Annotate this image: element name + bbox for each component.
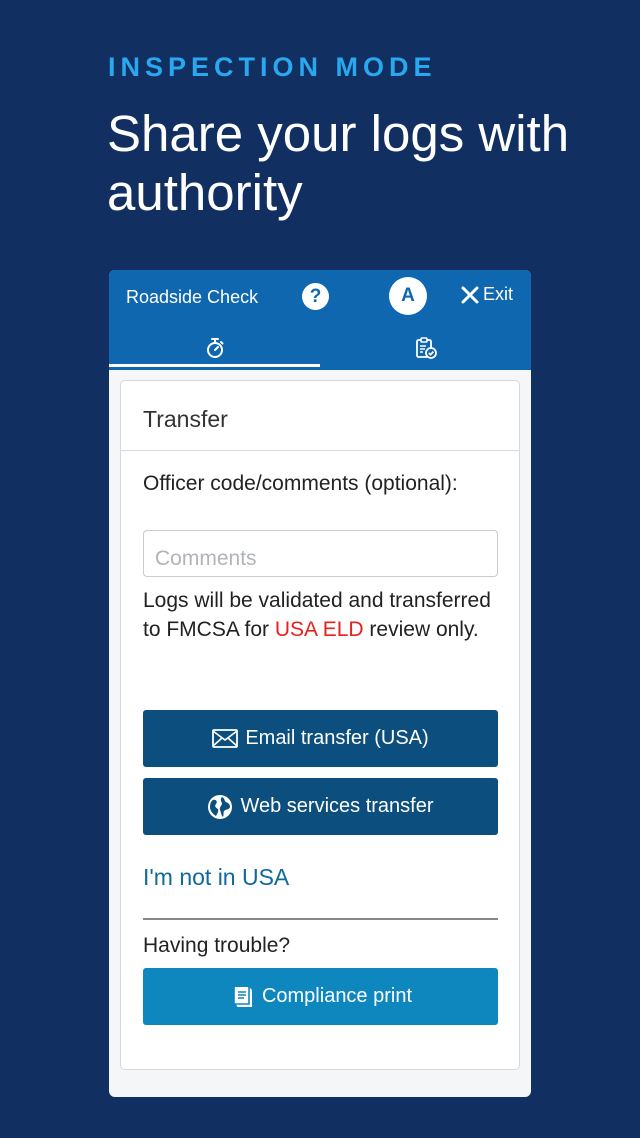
globe-icon: [208, 794, 233, 819]
stopwatch-icon: [206, 338, 223, 358]
email-transfer-button[interactable]: Email transfer (USA): [143, 710, 498, 767]
web-services-transfer-label: Web services transfer: [240, 795, 434, 817]
promo-headline: Share your logs with authority: [107, 105, 570, 221]
exit-button[interactable]: Exit: [461, 284, 513, 305]
avatar[interactable]: A: [389, 277, 427, 315]
having-trouble-label: Having trouble?: [143, 934, 291, 957]
exit-label: Exit: [483, 284, 514, 304]
envelope-icon: [212, 729, 239, 748]
officer-code-label: Officer code/comments (optional):: [143, 472, 458, 495]
tab-bar: [109, 326, 531, 370]
divider: [143, 918, 498, 920]
app-screen: Roadside Check ? A Exit Transfer Officer…: [109, 270, 531, 1097]
transfer-note: Logs will be validated and transferred t…: [143, 586, 498, 644]
promo-eyebrow: INSPECTION MODE: [108, 52, 437, 82]
transfer-title: Transfer: [121, 381, 519, 451]
not-in-usa-link[interactable]: I'm not in USA: [143, 864, 289, 891]
email-transfer-label: Email transfer (USA): [245, 727, 429, 749]
question-circle-icon[interactable]: ?: [302, 283, 329, 310]
clipboard-check-icon: [415, 337, 437, 359]
app-header: Roadside Check ? A Exit: [109, 270, 531, 370]
note-text-end: review only.: [363, 618, 479, 641]
app-title: Roadside Check: [126, 287, 259, 307]
compliance-print-label: Compliance print: [261, 985, 413, 1007]
tab-inspection-report[interactable]: [320, 326, 531, 370]
comments-input[interactable]: [143, 530, 498, 577]
web-services-transfer-button[interactable]: Web services transfer: [143, 778, 498, 835]
note-highlight: USA ELD: [274, 618, 364, 641]
close-icon: [461, 286, 479, 303]
tab-timer[interactable]: [109, 326, 320, 370]
transfer-card: Transfer Officer code/comments (optional…: [120, 380, 520, 1070]
compliance-print-button[interactable]: Compliance print: [143, 968, 498, 1025]
book-icon: [233, 986, 252, 1008]
